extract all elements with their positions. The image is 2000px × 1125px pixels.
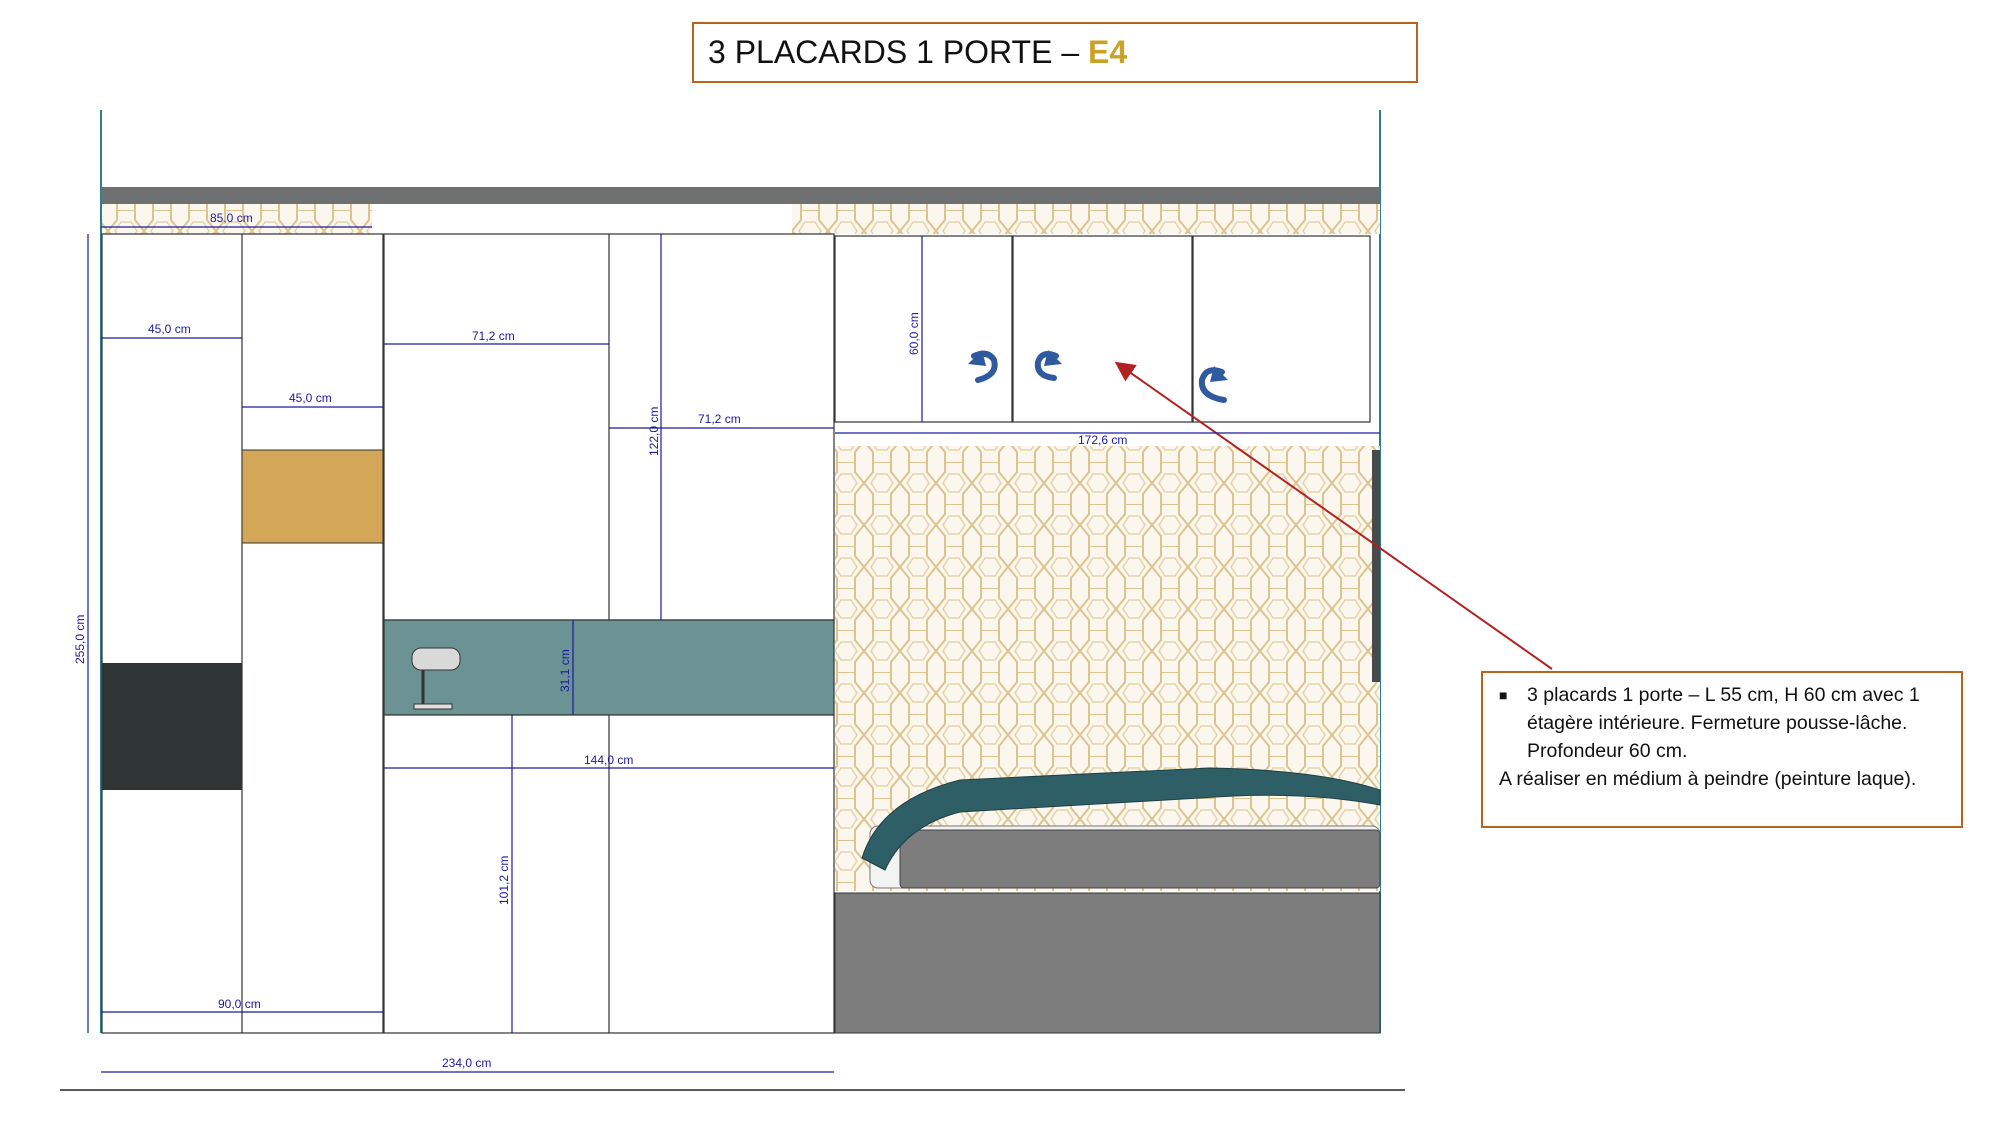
dim-85: 85,0 cm xyxy=(210,211,253,225)
dim-172: 172,6 cm xyxy=(1078,433,1127,447)
bed-base xyxy=(834,892,1381,1034)
wall-side-strip xyxy=(1372,450,1380,682)
panel-gold xyxy=(241,449,384,544)
note-bullet-text: 3 placards 1 porte – L 55 cm, H 60 cm av… xyxy=(1527,684,1920,762)
panel-dark xyxy=(102,663,242,790)
wallpaper-top-right xyxy=(792,204,1380,234)
note-body-text: A réaliser en médium à peindre (peinture… xyxy=(1499,768,1917,790)
cupboard-2 xyxy=(1012,235,1193,423)
dim-234: 234,0 cm xyxy=(442,1056,491,1070)
elevation-drawing: 85,0 cm 45,0 cm 45,0 cm 71,2 cm 71,2 cm … xyxy=(60,110,1553,1091)
ceiling-beam xyxy=(101,187,1380,204)
dim-60: 60,0 cm xyxy=(907,312,921,355)
dim-90: 90,0 cm xyxy=(218,997,261,1011)
dim-71-a: 71,2 cm xyxy=(472,329,515,343)
dim-144: 144,0 cm xyxy=(584,753,633,767)
note-bullet-item: ■ 3 placards 1 porte – L 55 cm, H 60 cm … xyxy=(1499,681,1949,765)
cupboard-1 xyxy=(834,235,1013,423)
dim-45-b: 45,0 cm xyxy=(289,391,332,405)
cupboard-3 xyxy=(1192,235,1371,423)
dim-45-a: 45,0 cm xyxy=(148,322,191,336)
dim-122: 122,0 cm xyxy=(647,407,661,456)
bed-headboard-cushion xyxy=(899,829,1381,889)
dim-71-b: 71,2 cm xyxy=(698,412,741,426)
dim-101: 101,2 cm xyxy=(497,856,511,905)
bullet-icon: ■ xyxy=(1499,687,1508,703)
specification-note: ■ 3 placards 1 porte – L 55 cm, H 60 cm … xyxy=(1481,671,1963,828)
dim-255: 255,0 cm xyxy=(73,615,87,664)
dim-31: 31,1 cm xyxy=(558,649,572,692)
